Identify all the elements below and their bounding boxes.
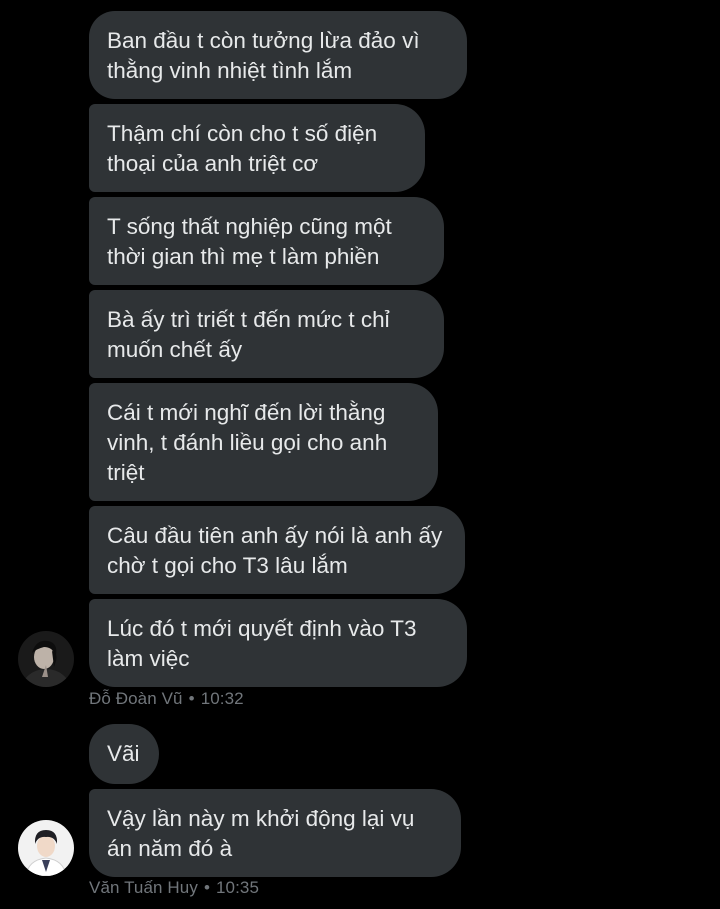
- avatar-light-portrait-icon: [18, 820, 74, 876]
- sender-avatar[interactable]: [18, 631, 74, 687]
- message-text: Câu đầu tiên anh ấy nói là anh ấy chờ t …: [107, 523, 443, 578]
- message-text: T sống thất nghiệp cũng một thời gian th…: [107, 214, 392, 269]
- message-text: Lúc đó t mới quyết định vào T3 làm việc: [107, 616, 417, 671]
- separator-dot: •: [188, 689, 195, 708]
- message-bubble[interactable]: Vậy lần này m khởi động lại vụ án năm đó…: [89, 789, 461, 877]
- message-bubble[interactable]: Lúc đó t mới quyết định vào T3 làm việc: [89, 599, 467, 687]
- message-text: Cái t mới nghĩ đến lời thằng vinh, t đán…: [107, 400, 388, 485]
- message-bubble[interactable]: T sống thất nghiệp cũng một thời gian th…: [89, 197, 444, 285]
- sender-name[interactable]: Đỗ Đoàn Vũ: [89, 689, 183, 708]
- message-bubble[interactable]: Vãi: [89, 724, 159, 784]
- message-bubble[interactable]: Câu đầu tiên anh ấy nói là anh ấy chờ t …: [89, 506, 465, 594]
- message-text: Vậy lần này m khởi động lại vụ án năm đó…: [107, 806, 415, 861]
- message-bubble[interactable]: Ban đầu t còn tưởng lừa đảo vì thằng vin…: [89, 11, 467, 99]
- separator-dot: •: [203, 878, 210, 897]
- message-bubble[interactable]: Cái t mới nghĩ đến lời thằng vinh, t đán…: [89, 383, 438, 501]
- sender-meta: Văn Tuấn Huy • 10:35: [89, 878, 259, 898]
- message-text: Thậm chí còn cho t số điện thoại của anh…: [107, 121, 378, 176]
- message-time: 10:35: [216, 878, 260, 897]
- sender-name[interactable]: Văn Tuấn Huy: [89, 878, 198, 897]
- message-bubble[interactable]: Thậm chí còn cho t số điện thoại của anh…: [89, 104, 425, 192]
- message-text: Vãi: [107, 741, 140, 766]
- sender-meta: Đỗ Đoàn Vũ • 10:32: [89, 689, 244, 709]
- message-bubble[interactable]: Bà ấy trì triết t đến mức t chỉ muốn chế…: [89, 290, 444, 378]
- message-text: Bà ấy trì triết t đến mức t chỉ muốn chế…: [107, 307, 390, 362]
- avatar-dark-portrait-icon: [18, 631, 74, 687]
- sender-avatar[interactable]: [18, 820, 74, 876]
- message-text: Ban đầu t còn tưởng lừa đảo vì thằng vin…: [107, 28, 420, 83]
- message-time: 10:32: [200, 689, 244, 708]
